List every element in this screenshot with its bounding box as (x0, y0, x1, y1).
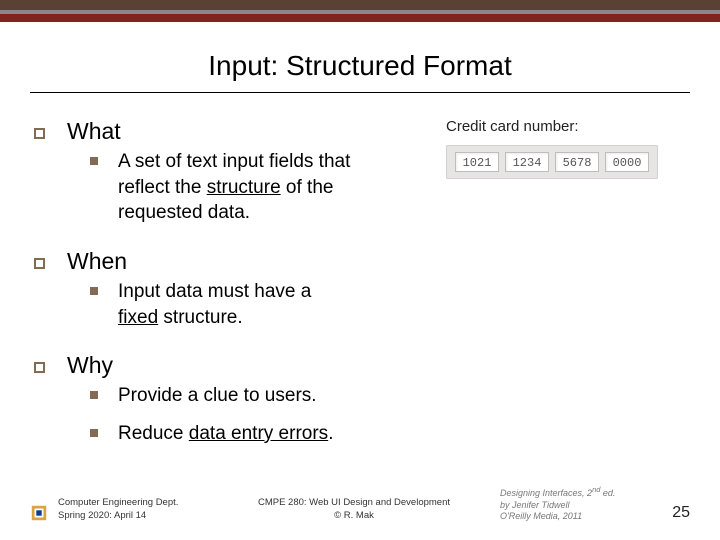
title-underline (30, 92, 690, 93)
footer-line: Computer Engineering Dept. (58, 497, 208, 509)
what-item-text: A set of text input fields that reflect … (118, 149, 398, 226)
section-when: When (34, 248, 690, 275)
slide-title: Input: Structured Format (0, 50, 720, 82)
text: Reduce (118, 423, 189, 444)
footer-line: O'Reilly Media, 2011 (500, 511, 650, 522)
text-underline: structure (207, 177, 281, 198)
section-why: Why (34, 352, 690, 379)
footer-course: CMPE 280: Web UI Design and Development … (208, 497, 500, 522)
section-what: What (34, 118, 690, 145)
text: Input data must have a (118, 281, 311, 302)
section-title: What (67, 118, 121, 145)
top-stripe (0, 0, 720, 22)
footer-citation: Designing Interfaces, 2nd ed. by Jenifer… (500, 485, 650, 522)
text-underline: data entry errors (189, 423, 328, 444)
bullet-fill-icon (90, 287, 98, 295)
page-number: 25 (650, 504, 690, 522)
text: . (328, 423, 333, 444)
why-item: Provide a clue to users. (90, 383, 690, 409)
why-item-text: Reduce data entry errors. (118, 421, 333, 447)
bullet-open-icon (34, 258, 45, 269)
content: What A set of text input fields that ref… (34, 118, 690, 458)
sjsu-logo-icon (30, 504, 48, 522)
bullet-open-icon (34, 362, 45, 373)
when-item: Input data must have a fixed structure. (90, 279, 690, 330)
why-item-text: Provide a clue to users. (118, 383, 317, 409)
footer: Computer Engineering Dept. Spring 2020: … (30, 485, 690, 522)
bullet-fill-icon (90, 391, 98, 399)
bullet-open-icon (34, 128, 45, 139)
bullet-fill-icon (90, 429, 98, 437)
why-item: Reduce data entry errors. (90, 421, 690, 447)
footer-line: Spring 2020: April 14 (58, 510, 208, 522)
bullet-fill-icon (90, 157, 98, 165)
footer-line: Designing Interfaces, 2nd ed. (500, 485, 650, 499)
section-title: When (67, 248, 127, 275)
text-underline: fixed (118, 307, 158, 328)
footer-dept: Computer Engineering Dept. Spring 2020: … (58, 497, 208, 522)
section-title: Why (67, 352, 113, 379)
slide: Input: Structured Format Credit card num… (0, 0, 720, 540)
what-item: A set of text input fields that reflect … (90, 149, 690, 226)
text: structure. (158, 307, 242, 328)
footer-line: by Jenifer Tidwell (500, 500, 650, 511)
footer-line: CMPE 280: Web UI Design and Development (208, 497, 500, 509)
footer-line: © R. Mak (208, 510, 500, 522)
when-item-text: Input data must have a fixed structure. (118, 279, 348, 330)
